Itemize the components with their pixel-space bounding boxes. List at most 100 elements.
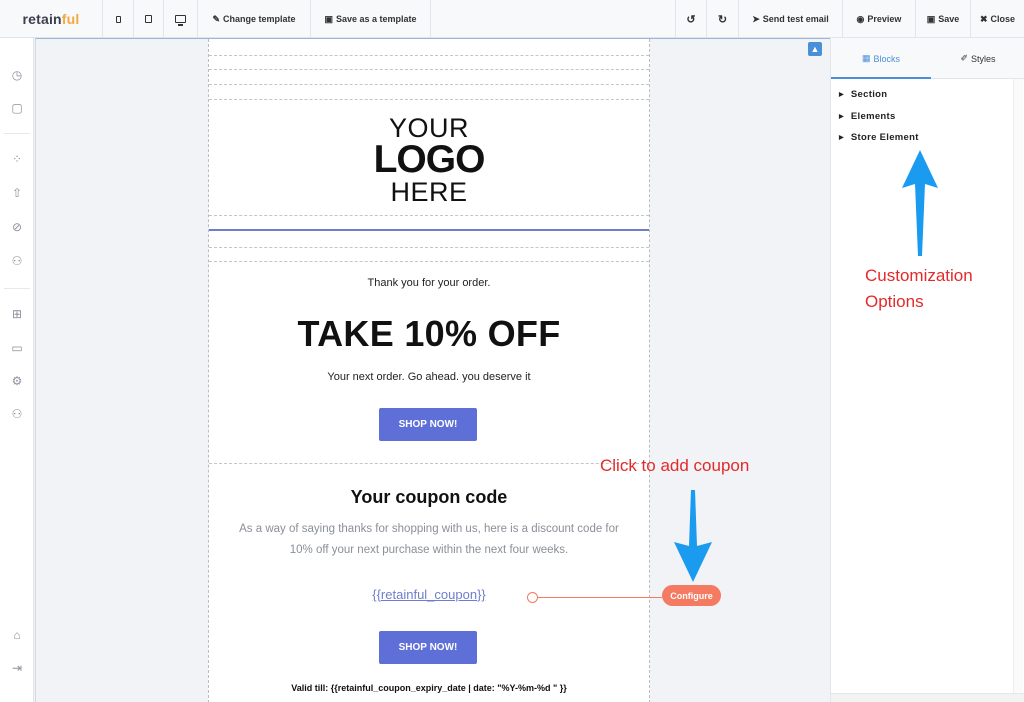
arrow-up-icon: ▲ (810, 44, 820, 54)
divider-line[interactable] (209, 229, 649, 231)
section-guide (209, 55, 649, 56)
history-icon[interactable]: ◷ (9, 67, 25, 83)
blocks-icon[interactable]: ⊞ (9, 306, 25, 322)
team-icon[interactable]: ⚇ (9, 406, 25, 422)
section-guide (209, 99, 649, 100)
save-button[interactable]: ▣ Save (916, 0, 971, 38)
card-icon[interactable]: ▭ (9, 340, 25, 356)
logo-placeholder[interactable]: YOUR LOGO HERE (209, 113, 649, 207)
tab-styles-label: Styles (971, 53, 996, 64)
undo-button[interactable]: ↺ (675, 0, 707, 38)
configure-connector-line (538, 597, 662, 598)
customization-annotation: Customization Options (865, 263, 973, 315)
tab-blocks[interactable]: ▦ Blocks (831, 38, 931, 79)
configure-connector-dot (527, 592, 538, 603)
tab-styles[interactable]: ✐ Styles (931, 38, 1024, 79)
caret-right-icon: ▶ (839, 91, 844, 98)
coupon-description[interactable]: As a way of saying thanks for shopping w… (227, 519, 631, 561)
section-guide (209, 69, 649, 70)
save-label: Save (938, 14, 960, 24)
coupon-placeholder[interactable]: {{retainful_coupon}} (209, 587, 649, 602)
panel-tabs: ▦ Blocks ✐ Styles (831, 38, 1024, 79)
coupon-title[interactable]: Your coupon code (209, 487, 649, 508)
section-guide (209, 261, 649, 262)
right-panel: ▦ Blocks ✐ Styles ▶ Section ▶ Elements ▶… (830, 38, 1024, 702)
valid-till-text[interactable]: Valid till: {{retainful_coupon_expiry_da… (209, 683, 649, 693)
blocks-icon: ▦ (861, 53, 871, 63)
gear-icon[interactable]: ⚙ (9, 373, 25, 389)
section-guide (209, 247, 649, 248)
tablet-icon (145, 15, 152, 23)
annotation-line: Customization (865, 266, 973, 285)
tab-blocks-label: Blocks (873, 53, 901, 64)
send-test-email-label: Send test email (762, 14, 829, 24)
arrow-down-annotation (674, 490, 712, 582)
compass-icon[interactable]: ⊘ (9, 219, 25, 235)
paper-plane-icon: ➤ (752, 13, 760, 24)
panel-item-section[interactable]: ▶ Section (839, 87, 887, 101)
logo-line: LOGO (373, 138, 486, 181)
close-icon: ✖ (979, 13, 988, 24)
tablet-view-button[interactable] (134, 0, 164, 38)
caret-right-icon: ▶ (839, 134, 844, 141)
shop-now-button[interactable]: SHOP NOW! (379, 631, 477, 664)
scroll-top-button[interactable]: ▲ (808, 42, 822, 56)
panel-item-store-element[interactable]: ▶ Store Element (839, 130, 919, 144)
discount-headline[interactable]: TAKE 10% OFF (209, 313, 649, 355)
email-template: YOUR LOGO HERE Thank you for your order.… (208, 39, 650, 702)
close-button[interactable]: ✖ Close (971, 0, 1024, 38)
save-as-template-label: Save as a template (335, 14, 417, 24)
preview-label: Preview (867, 14, 902, 24)
mobile-icon (115, 15, 121, 23)
desktop-view-button[interactable] (164, 0, 198, 38)
active-tab-indicator (831, 77, 931, 79)
arrow-up-annotation (902, 150, 938, 256)
subline-text[interactable]: Your next order. Go ahead. you deserve i… (209, 371, 649, 383)
export-icon[interactable]: ⇧ (9, 185, 25, 201)
edit-icon: ✎ (212, 13, 221, 24)
brand-logo: retain ful (0, 0, 103, 38)
panel-scrollbar[interactable] (1013, 79, 1023, 695)
section-guide (209, 215, 649, 216)
save-as-template-button[interactable]: ▣ Save as a template (311, 0, 431, 38)
section-guide (209, 463, 649, 464)
panel-item-label: Elements (850, 110, 896, 122)
redo-button[interactable]: ↻ (707, 0, 739, 38)
lock-icon[interactable]: ⌂ (9, 627, 25, 643)
send-test-email-button[interactable]: ➤ Send test email (739, 0, 843, 38)
panel-item-label: Section (850, 88, 888, 100)
top-toolbar: retain ful ✎ Change template ▣ Save as a … (0, 0, 1024, 38)
panel-horizontal-scrollbar[interactable] (831, 693, 1024, 702)
brand-text-accent: ful (61, 11, 80, 27)
section-guide (209, 84, 649, 85)
close-label: Close (990, 14, 1016, 24)
preview-button[interactable]: ◉ Preview (843, 0, 916, 38)
change-template-button[interactable]: ✎ Change template (198, 0, 311, 38)
caret-right-icon: ▶ (839, 113, 844, 120)
annotation-line: Options (865, 292, 924, 311)
change-template-label: Change template (223, 14, 296, 24)
code-icon[interactable]: ▢ (9, 100, 25, 116)
desktop-icon (175, 15, 186, 26)
logo-line: HERE (390, 177, 468, 207)
shop-now-button[interactable]: SHOP NOW! (379, 408, 477, 441)
configure-button[interactable]: Configure (662, 585, 721, 606)
settings-sliders-icon[interactable]: ⁘ (9, 151, 25, 167)
brush-icon: ✐ (960, 53, 969, 63)
sidebar-divider (4, 288, 30, 289)
eye-icon: ◉ (856, 13, 865, 24)
redo-icon: ↻ (717, 13, 728, 26)
sidebar-divider (4, 133, 30, 134)
floppy-icon: ▣ (926, 13, 936, 24)
undo-icon: ↺ (686, 13, 696, 26)
thanks-text[interactable]: Thank you for your order. (209, 277, 649, 289)
logout-icon[interactable]: ⇥ (9, 660, 25, 676)
panel-item-elements[interactable]: ▶ Elements (839, 109, 896, 123)
left-sidebar: ◷ ▢ ⁘ ⇧ ⊘ ⚇ ⊞ ▭ ⚙ ⚇ ⌂ ⇥ (0, 38, 34, 702)
click-to-add-coupon-annotation: Click to add coupon (600, 456, 750, 475)
users-icon[interactable]: ⚇ (9, 253, 25, 269)
brand-text-main: retain (22, 11, 62, 27)
floppy-icon: ▣ (324, 13, 333, 24)
mobile-view-button[interactable] (103, 0, 134, 38)
panel-item-label: Store Element (850, 131, 919, 143)
